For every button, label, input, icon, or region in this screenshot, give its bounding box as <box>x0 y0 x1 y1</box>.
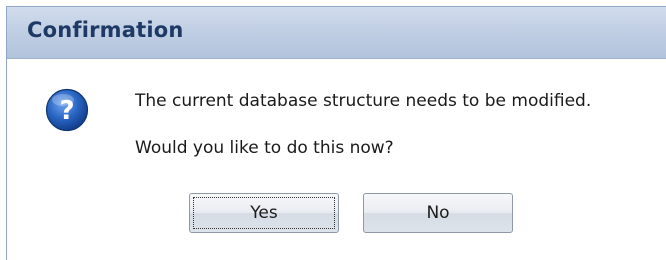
yes-button[interactable]: Yes <box>189 193 339 233</box>
yes-button-label: Yes <box>250 203 278 223</box>
no-button-label: No <box>426 203 450 223</box>
dialog-titlebar[interactable]: Confirmation <box>7 7 666 59</box>
confirmation-dialog: Confirmation ? The current database stru… <box>6 6 666 260</box>
no-button[interactable]: No <box>363 193 513 233</box>
message-line-2: Would you like to do this now? <box>135 138 394 158</box>
question-icon: ? <box>45 88 89 132</box>
message-line-1: The current database structure needs to … <box>135 91 592 111</box>
dialog-title: Confirmation <box>27 18 184 42</box>
svg-text:?: ? <box>59 96 74 126</box>
